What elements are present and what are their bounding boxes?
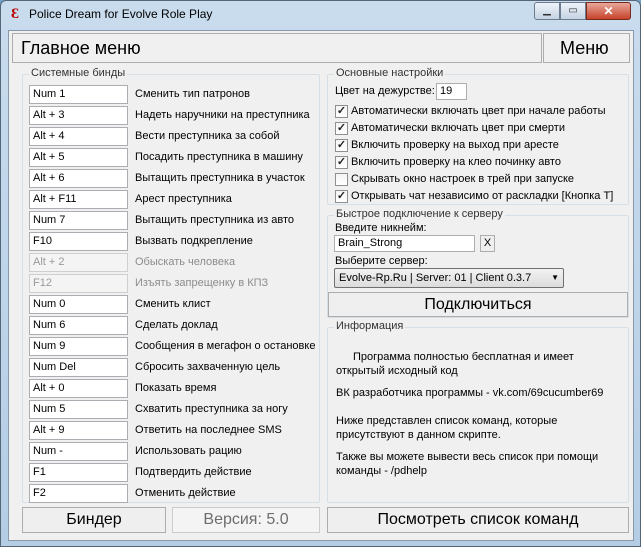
bind-key-input[interactable]: F2 (29, 484, 128, 503)
bind-action-label: Вытащить преступника из авто (135, 214, 295, 226)
nickname-label: Введите никнейм: (335, 222, 427, 234)
main-menu-header: Главное меню (12, 33, 542, 63)
menu-label: Меню (560, 38, 609, 58)
bind-action-label: Изъять запрещенку в КПЗ (135, 277, 269, 289)
bind-key-input[interactable]: Alt + 6 (29, 169, 128, 188)
duty-color-input[interactable]: 19 (436, 83, 467, 100)
bind-action-label: Схватить преступника за ногу (135, 403, 288, 415)
bind-key-input[interactable]: Num 1 (29, 85, 128, 104)
bind-action-label: Вытащить преступника в участок (135, 172, 305, 184)
nickname-input[interactable]: Brain_Strong (334, 235, 475, 252)
bind-key-input[interactable]: Num 7 (29, 211, 128, 230)
binder-button[interactable]: Биндер (22, 507, 166, 533)
info-paragraph-free: Программа полностью бесплатная и имеет о… (336, 351, 574, 377)
checkbox-checked[interactable]: ✓ (335, 139, 348, 152)
system-binds-group: Системные бинды Num 1 Сменить тип патроно… (22, 67, 320, 503)
bind-action-label: Отменить действие (135, 487, 236, 499)
checkbox-checked[interactable]: ✓ (335, 122, 348, 135)
setting-checkbox-label: Включить проверку на клео починку авто (351, 156, 561, 168)
bind-action-label: Вызвать подкрепление (135, 235, 253, 247)
quick-connect-label: Быстрое подключение к серверу (334, 208, 505, 220)
bind-action-label: Обыскать человека (135, 256, 236, 268)
setting-checkbox-label: Скрывать окно настроек в трей при запуск… (351, 173, 575, 185)
window-title: Police Dream for Evolve Role Play (29, 7, 213, 21)
bind-action-label: Показать время (135, 382, 217, 394)
bind-key-input[interactable]: Alt + 3 (29, 106, 128, 125)
bind-action-label: Сообщения в мегафон о остановке (135, 340, 316, 352)
bind-action-label: Сделать доклад (135, 319, 218, 331)
menu-button[interactable]: Меню (543, 33, 630, 63)
bind-key-input[interactable]: Alt + 4 (29, 127, 128, 146)
bind-key-input[interactable]: Num 6 (29, 316, 128, 335)
setting-checkbox-label: Включить проверку на выход при аресте (351, 139, 559, 151)
main-menu-title: Главное меню (21, 38, 141, 58)
info-paragraph-vk: ВК разработчика программы - vk.com/69cuc… (336, 387, 604, 399)
bind-action-label: Посадить преступника в машину (135, 151, 303, 163)
server-select[interactable]: Evolve-Rp.Ru | Server: 01 | Client 0.3.7… (334, 268, 564, 288)
version-label: Версия: 5.0 (172, 507, 320, 533)
bind-key-input: Alt + 2 (29, 253, 128, 272)
app-icon: Ɛ (11, 6, 19, 22)
client-area: Главное меню Меню Системные бинды Num 1С… (8, 30, 634, 541)
bind-key-input[interactable]: Num Del (29, 358, 128, 377)
checkbox-checked[interactable]: ✓ (335, 156, 348, 169)
title-bar[interactable]: Ɛ Police Dream for Evolve Role Play ▁ ▭ … (1, 1, 640, 27)
server-select-value: Evolve-Rp.Ru | Server: 01 | Client 0.3.7 (339, 272, 532, 284)
connect-button[interactable]: Подключиться (328, 292, 628, 317)
info-group: Информация Программа полностью бесплатна… (327, 320, 629, 503)
bind-key-input[interactable]: Num 0 (29, 295, 128, 314)
setting-checkbox-label: Автоматически включать цвет при смерти (351, 122, 565, 134)
bind-key-input[interactable]: F1 (29, 463, 128, 482)
bind-key-input[interactable]: Alt + F11 (29, 190, 128, 209)
checkbox-checked[interactable]: ✓ (335, 105, 348, 118)
info-paragraph-commands: Ниже представлен список команд, которые … (336, 415, 558, 441)
checkbox-checked[interactable]: ✓ (335, 190, 348, 203)
bind-key-input[interactable]: Alt + 9 (29, 421, 128, 440)
bind-key-input[interactable]: Alt + 0 (29, 379, 128, 398)
info-paragraph-pdhelp: Также вы можете вывести весь список при … (336, 451, 599, 477)
bind-key-input[interactable]: Alt + 5 (29, 148, 128, 167)
bind-action-label: Ответить на последнее SMS (135, 424, 282, 436)
quick-connect-group: Быстрое подключение к серверу Введите ни… (327, 208, 629, 318)
clear-nickname-button[interactable]: X (480, 235, 495, 252)
bind-action-label: Вести преступника за собой (135, 130, 280, 142)
setting-checkbox-label: Открывать чат независимо от раскладки [К… (351, 190, 614, 202)
bind-action-label: Сменить клист (135, 298, 211, 310)
bind-action-label: Арест преступника (135, 193, 232, 205)
main-settings-label: Основные настройки (334, 67, 446, 79)
info-label: Информация (334, 320, 406, 332)
close-button[interactable]: ✕ (586, 2, 631, 20)
main-settings-group: Основные настройки Цвет на дежурстве: 19… (327, 67, 629, 205)
setting-checkbox-label: Автоматически включать цвет при начале р… (351, 105, 606, 117)
system-binds-label: Системные бинды (29, 67, 128, 79)
bind-action-label: Подтвердить действие (135, 466, 252, 478)
bind-action-label: Надеть наручники на преступника (135, 109, 310, 121)
bind-key-input: F12 (29, 274, 128, 293)
bind-action-label: Сменить тип патронов (135, 88, 251, 100)
bind-key-input[interactable]: Num 5 (29, 400, 128, 419)
chevron-down-icon: ▼ (551, 273, 559, 282)
checkbox-unchecked[interactable] (335, 173, 348, 186)
maximize-button[interactable]: ▭ (560, 2, 586, 20)
view-commands-button[interactable]: Посмотреть список команд (327, 507, 629, 533)
bind-key-input[interactable]: Num - (29, 442, 128, 461)
bind-action-label: Сбросить захваченную цель (135, 361, 281, 373)
bind-key-input[interactable]: F10 (29, 232, 128, 251)
server-label: Выберите сервер: (335, 255, 428, 267)
app-window: Ɛ Police Dream for Evolve Role Play ▁ ▭ … (0, 0, 641, 547)
minimize-button[interactable]: ▁ (534, 2, 560, 20)
bind-key-input[interactable]: Num 9 (29, 337, 128, 356)
bind-action-label: Использовать рацию (135, 445, 242, 457)
duty-color-label: Цвет на дежурстве: (335, 85, 435, 97)
